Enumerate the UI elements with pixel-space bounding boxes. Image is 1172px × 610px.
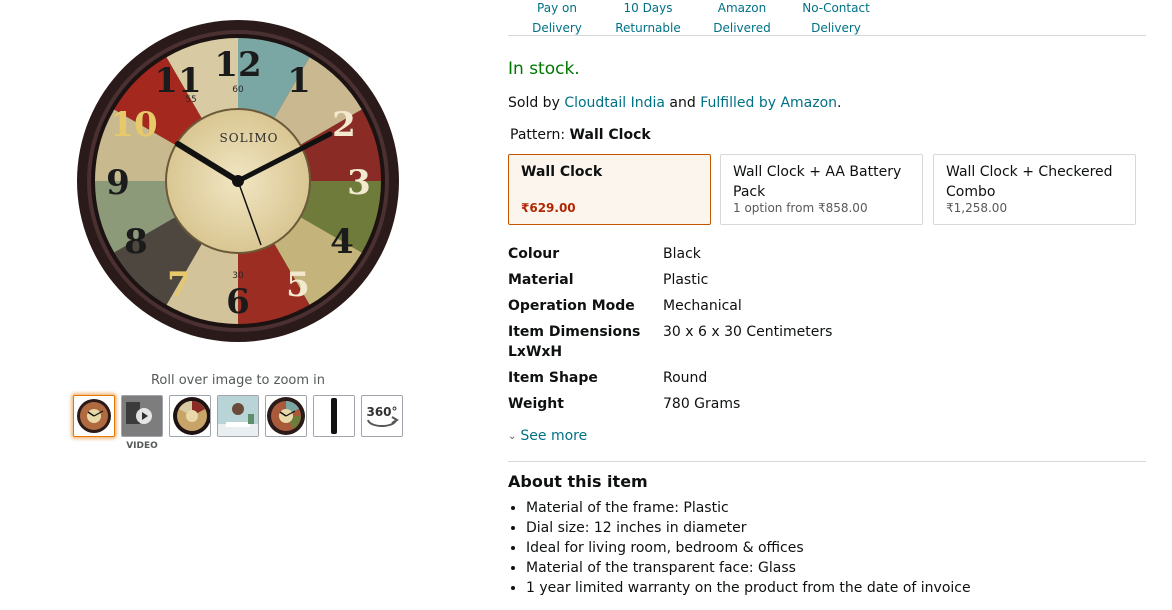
variant-price: ₹1,258.00 (946, 201, 1008, 215)
minute-mark: 60 (232, 85, 244, 95)
variant-name: Wall Clock (521, 164, 603, 180)
variant-price: ₹629.00 (521, 201, 576, 215)
variant-wall-clock-combo[interactable]: Wall Clock + Checkered Combo ₹1,258.00 (933, 154, 1136, 225)
product-specs-table: Colour Black Material Plastic Operation … (508, 244, 1128, 420)
section-divider (508, 461, 1146, 462)
video-label: VIDEO (126, 441, 158, 451)
dial-number: 2 (332, 105, 356, 145)
availability-status: In stock. (508, 59, 580, 79)
about-bullet: Material of the transparent face: Glass (526, 558, 971, 578)
variant-name: Wall Clock + AA Battery Pack (733, 164, 902, 200)
dial-number: 3 (347, 163, 371, 203)
spec-row: Colour Black (508, 244, 1128, 264)
spec-row: Operation Mode Mechanical (508, 296, 1128, 316)
about-bullet-list: Material of the frame: Plastic Dial size… (526, 498, 971, 598)
sold-by-suffix: . (837, 95, 842, 111)
spec-row: Weight 780 Grams (508, 394, 1128, 414)
dial-number: 7 (167, 265, 191, 305)
dial-brand-logo: SOLIMO (220, 131, 279, 145)
thumbnail-clock-front[interactable] (73, 395, 115, 437)
see-more-label: See more (520, 428, 588, 444)
spec-value: Black (663, 246, 701, 262)
main-product-image[interactable]: 12 1 2 3 4 5 6 7 8 9 10 11 60 55 30 SOLI… (74, 18, 402, 344)
spec-key: Item Shape (508, 370, 598, 386)
thumbnail-strip: 360° (73, 395, 403, 437)
sold-by-middle: and (669, 95, 696, 111)
variant-name: Wall Clock + Checkered Combo (946, 164, 1113, 200)
feature-line: Delivered (713, 21, 771, 35)
dial-number: 4 (330, 222, 354, 262)
sold-by-prefix: Sold by (508, 95, 560, 111)
spec-value: Mechanical (663, 298, 742, 314)
feature-line: Returnable (615, 21, 681, 35)
spec-value: 780 Grams (663, 396, 741, 412)
fulfilled-by-link[interactable]: Fulfilled by Amazon (700, 95, 837, 111)
thumbnail-video[interactable] (121, 395, 163, 437)
spec-key: Operation Mode (508, 298, 635, 314)
about-bullet: 1 year limited warranty on the product f… (526, 578, 971, 598)
spec-key: Weight (508, 396, 564, 412)
about-bullet: Dial size: 12 inches in diameter (526, 518, 971, 538)
spec-row: Item Dimensions LxWxH 30 x 6 x 30 Centim… (508, 322, 1128, 362)
dial-number: 9 (106, 163, 130, 203)
spec-key: Item Dimensions LxWxH (508, 324, 641, 360)
feature-amazon-delivered[interactable]: Amazon Delivered (704, 0, 780, 38)
spec-row: Material Plastic (508, 270, 1128, 290)
thumbnail-room-scene[interactable] (217, 395, 259, 437)
feature-line: Pay on Delivery (532, 1, 582, 35)
spec-value: 30 x 6 x 30 Centimeters (663, 324, 833, 340)
chevron-down-icon: ⌄ (508, 430, 517, 442)
pattern-selected-value: Wall Clock (569, 127, 651, 143)
variant-price: 1 option from ₹858.00 (733, 201, 868, 215)
feature-no-contact-delivery[interactable]: No-Contact Delivery (796, 0, 876, 38)
thumbnail-clock-angle[interactable] (169, 395, 211, 437)
seller-link[interactable]: Cloudtail India (564, 95, 665, 111)
dial-number: 8 (124, 222, 148, 262)
feature-line: Delivery (811, 21, 861, 35)
feature-line: No-Contact (802, 1, 870, 15)
variant-wall-clock-battery[interactable]: Wall Clock + AA Battery Pack 1 option fr… (720, 154, 923, 225)
thumbnail-clock-side[interactable] (313, 395, 355, 437)
about-bullet: Material of the frame: Plastic (526, 498, 971, 518)
feature-pay-on-delivery[interactable]: Pay on Delivery (513, 0, 601, 38)
pattern-label-row: Pattern: Wall Clock (510, 127, 651, 143)
dial-number: 1 (287, 61, 311, 101)
about-section-title: About this item (508, 472, 648, 491)
spec-row: Item Shape Round (508, 368, 1128, 388)
minute-mark: 55 (185, 95, 196, 105)
about-bullet: Ideal for living room, bedroom & offices (526, 538, 971, 558)
dial-number: 5 (286, 265, 310, 305)
dial-number: 6 (226, 282, 250, 322)
thumbnail-360-view[interactable]: 360° (361, 395, 403, 437)
feature-line: 10 Days (623, 1, 673, 15)
zoom-hint: Roll over image to zoom in (150, 373, 326, 388)
pattern-label: Pattern: (510, 127, 566, 143)
variant-wall-clock[interactable]: Wall Clock ₹629.00 (508, 154, 711, 225)
rotate-360-icon: 360° (366, 405, 399, 427)
spec-key: Colour (508, 246, 560, 262)
see-more-link[interactable]: ⌄ See more (508, 428, 587, 444)
spec-value: Round (663, 370, 708, 386)
dial-number: 12 (214, 45, 261, 85)
thumbnail-clock-front-alt[interactable] (265, 395, 307, 437)
delivery-features-row: Pay on Delivery 10 Days Returnable Amazo… (508, 0, 1146, 36)
seller-info: Sold by Cloudtail India and Fulfilled by… (508, 95, 841, 111)
dial-number: 10 (110, 105, 157, 145)
feature-returnable[interactable]: 10 Days Returnable (610, 0, 686, 38)
spec-value: Plastic (663, 272, 709, 288)
spec-key: Material (508, 272, 574, 288)
feature-line: Amazon (717, 1, 767, 15)
minute-mark: 30 (232, 271, 244, 281)
